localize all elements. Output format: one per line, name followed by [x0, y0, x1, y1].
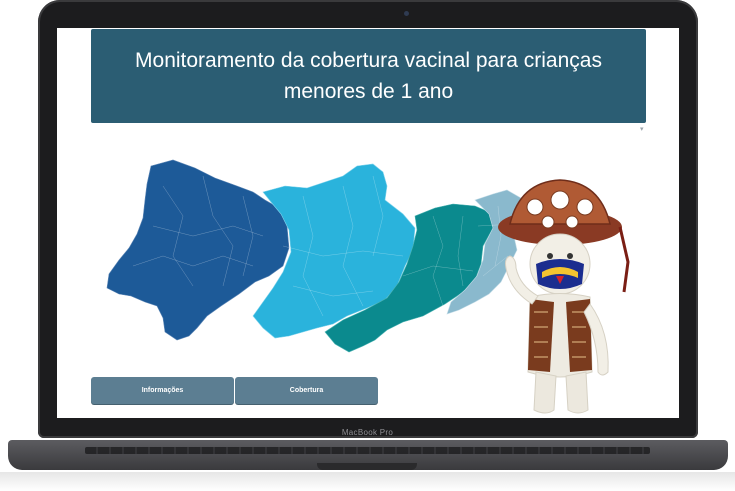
device-brand: MacBook Pro — [341, 428, 394, 437]
keyboard-strip — [85, 447, 650, 454]
page-title: Monitoramento da cobertura vacinal para … — [91, 29, 646, 123]
state-map[interactable] — [103, 156, 523, 366]
laptop-notch — [317, 463, 417, 470]
coverage-button[interactable]: Cobertura — [235, 377, 378, 404]
dropdown-caret-icon[interactable]: ▾ — [640, 125, 644, 133]
floor-shadow — [0, 472, 735, 491]
sertanejo-mascot-icon — [498, 179, 630, 414]
webcam-icon — [404, 11, 409, 16]
info-button[interactable]: Informações — [91, 377, 234, 404]
